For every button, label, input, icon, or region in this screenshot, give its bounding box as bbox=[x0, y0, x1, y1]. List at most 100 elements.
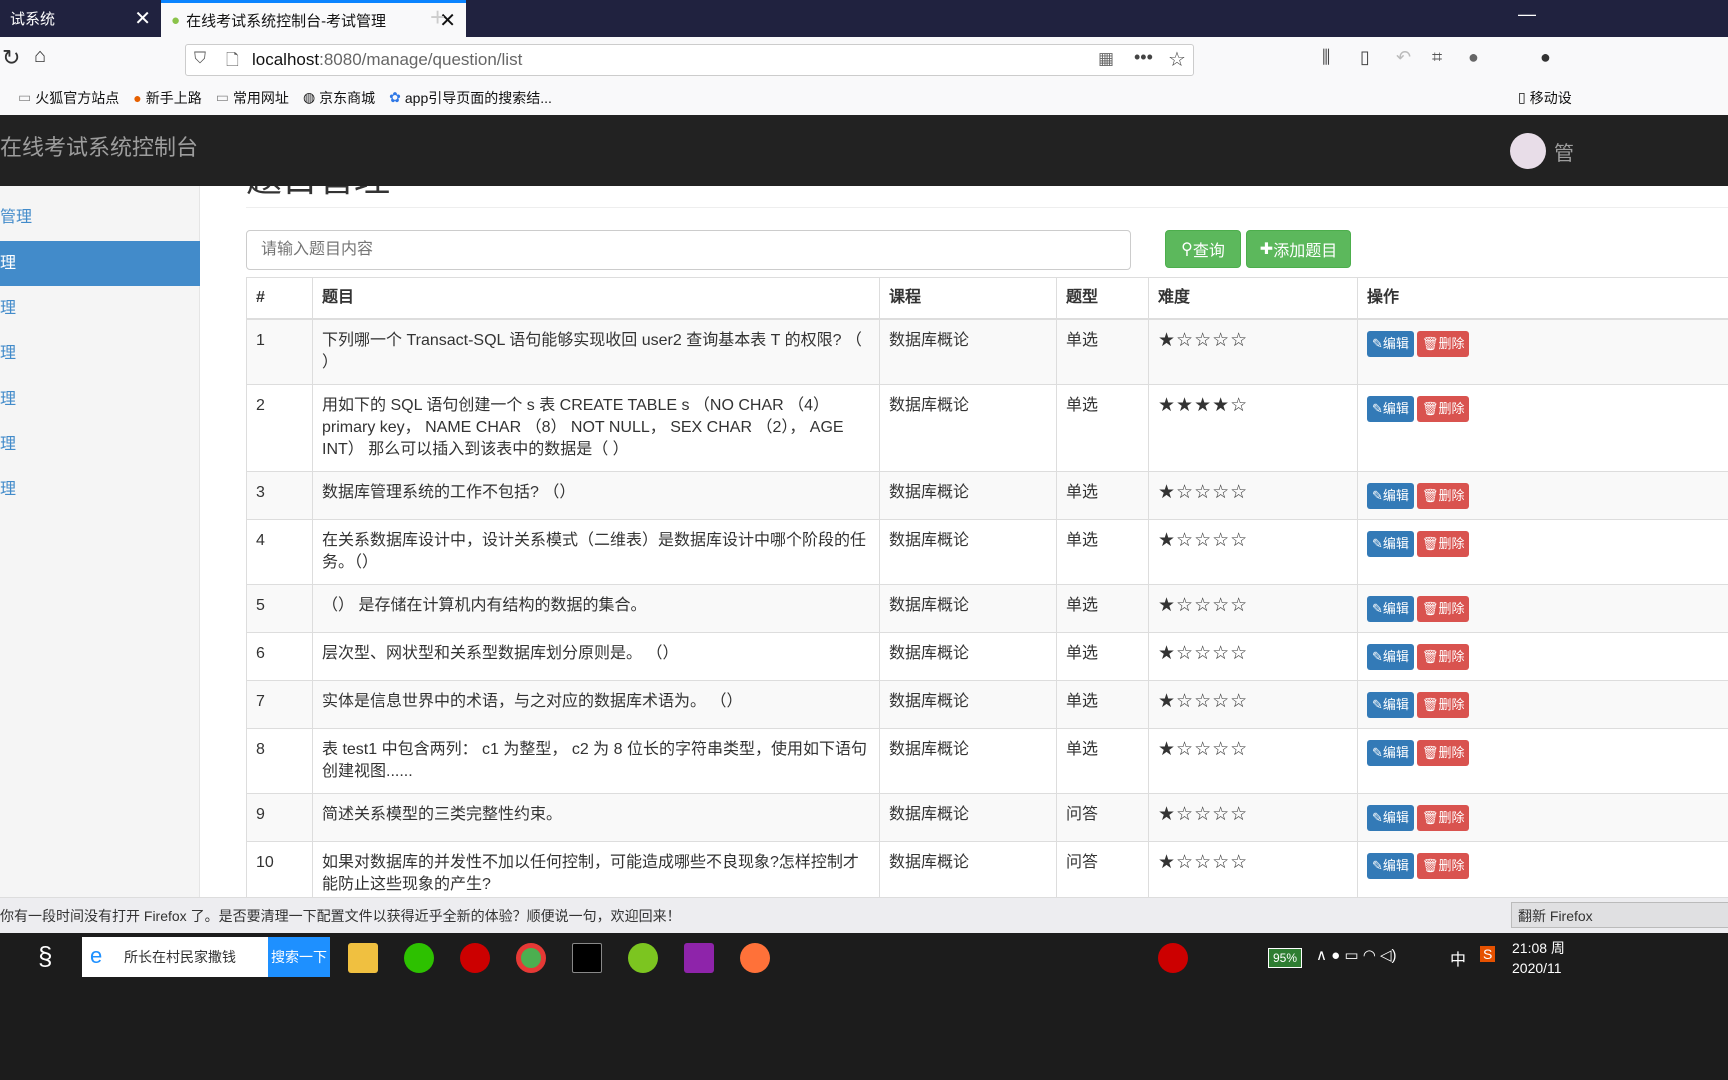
terminal-icon[interactable] bbox=[572, 943, 602, 973]
delete-button[interactable]: 🗑删除 bbox=[1416, 596, 1470, 622]
intellij-icon[interactable] bbox=[684, 943, 714, 973]
globe-icon: ◍ bbox=[302, 89, 316, 105]
app-launcher-icon[interactable]: § bbox=[38, 941, 52, 972]
delete-button[interactable]: 🗑删除 bbox=[1416, 740, 1470, 766]
query-button[interactable]: ⚲ 查询 bbox=[1165, 230, 1241, 268]
delete-button[interactable]: 🗑删除 bbox=[1416, 483, 1470, 509]
reload-icon[interactable]: ↻ bbox=[2, 45, 20, 71]
cell-type: 单选 bbox=[1056, 519, 1149, 585]
edit-icon: ✎ bbox=[1372, 536, 1383, 551]
edit-icon: ✎ bbox=[1372, 649, 1383, 664]
difficulty-stars: ★☆☆☆☆ bbox=[1148, 680, 1358, 729]
cell-course: 数据库概论 bbox=[879, 680, 1057, 729]
tray-app-icon[interactable] bbox=[1158, 943, 1188, 973]
undo-icon[interactable]: ↶ bbox=[1396, 47, 1411, 68]
edit-button[interactable]: ✎编辑 bbox=[1367, 644, 1414, 670]
app-green-icon[interactable] bbox=[628, 943, 658, 973]
delete-button[interactable]: 🗑删除 bbox=[1416, 692, 1470, 718]
clock[interactable]: 21:08 周 2020/11 bbox=[1512, 938, 1565, 978]
edit-icon: ✎ bbox=[1372, 488, 1383, 503]
crop-icon[interactable]: ⌗ bbox=[1432, 47, 1442, 68]
cell-type: 单选 bbox=[1056, 680, 1149, 729]
delete-button[interactable]: 🗑删除 bbox=[1416, 805, 1470, 831]
edit-button[interactable]: ✎编辑 bbox=[1367, 596, 1414, 622]
chrome-icon[interactable] bbox=[516, 943, 546, 973]
bookmark-label: 移动设 bbox=[1529, 89, 1572, 106]
cell-type: 单选 bbox=[1056, 728, 1149, 794]
question-search-input[interactable] bbox=[246, 230, 1131, 270]
tab-active[interactable]: ● 在线考试系统控制台-考试管理 ✕ bbox=[161, 0, 466, 37]
edit-button[interactable]: ✎编辑 bbox=[1367, 805, 1414, 831]
edit-button[interactable]: ✎编辑 bbox=[1367, 531, 1414, 557]
edit-button[interactable]: ✎编辑 bbox=[1367, 331, 1414, 357]
delete-button[interactable]: 🗑删除 bbox=[1416, 396, 1470, 422]
edit-button[interactable]: ✎编辑 bbox=[1367, 483, 1414, 509]
sidebar-item[interactable]: 管理 bbox=[0, 195, 200, 240]
ime-indicator[interactable]: 中 bbox=[1450, 946, 1466, 970]
edit-button[interactable]: ✎编辑 bbox=[1367, 692, 1414, 718]
time: 21:08 周 bbox=[1512, 940, 1565, 956]
file-explorer-icon[interactable] bbox=[348, 943, 378, 973]
delete-button[interactable]: 🗑删除 bbox=[1416, 331, 1470, 357]
delete-button[interactable]: 🗑删除 bbox=[1416, 853, 1470, 879]
new-tab-icon[interactable]: + bbox=[430, 2, 445, 33]
edit-button[interactable]: ✎编辑 bbox=[1367, 853, 1414, 879]
tray-icons[interactable]: ∧ ● ▭ ◠ ◁) bbox=[1316, 946, 1397, 964]
mobile-bookmarks[interactable]: ▯ 移动设 bbox=[1518, 88, 1572, 108]
bookmark-item[interactable]: ✿ app引导页面的搜索结... bbox=[389, 88, 552, 108]
sidebar-item[interactable]: 理 bbox=[0, 422, 200, 467]
cell-actions: ✎编辑 🗑删除 bbox=[1357, 728, 1728, 794]
sidebar-item-active[interactable]: 理 bbox=[0, 241, 200, 286]
shield-icon[interactable]: ⛉ bbox=[194, 50, 206, 68]
chat-icon[interactable]: ● bbox=[1468, 47, 1479, 68]
sidebar-icon[interactable]: ▯ bbox=[1360, 47, 1370, 68]
cell-type: 问答 bbox=[1056, 793, 1149, 842]
cell-type: 单选 bbox=[1056, 318, 1149, 385]
library-icon[interactable]: ⫼ bbox=[1322, 47, 1330, 68]
edit-label: 编辑 bbox=[1382, 858, 1409, 873]
delete-button[interactable]: 🗑删除 bbox=[1416, 531, 1470, 557]
wechat-icon[interactable] bbox=[404, 943, 434, 973]
sidebar-item[interactable]: 理 bbox=[0, 377, 200, 422]
bookmark-folder[interactable]: ▭ 常用网址 bbox=[216, 88, 289, 108]
sogou-icon[interactable]: S bbox=[1480, 946, 1496, 962]
tab-exam-system[interactable]: 试系统 ✕ bbox=[0, 0, 161, 37]
taskbar-search-button[interactable]: 搜索一下 bbox=[268, 937, 330, 977]
difficulty-stars: ★☆☆☆☆ bbox=[1148, 471, 1358, 520]
firefox-taskbar-icon[interactable] bbox=[740, 943, 770, 973]
bookmark-item[interactable]: ● 新手上路 bbox=[133, 88, 201, 108]
trash-icon: 🗑 bbox=[1421, 858, 1439, 873]
extension-icon[interactable]: ● bbox=[1540, 47, 1551, 68]
trash-icon: 🗑 bbox=[1421, 536, 1439, 551]
avatar[interactable] bbox=[1510, 133, 1546, 169]
qr-code-icon[interactable]: ▦ bbox=[1098, 49, 1114, 69]
refresh-firefox-button[interactable]: 翻新 Firefox bbox=[1511, 902, 1728, 928]
url-bar[interactable]: ⛉ 🗋 localhost:8080/manage/question/list … bbox=[185, 44, 1194, 76]
sidebar-item[interactable]: 理 bbox=[0, 331, 200, 376]
close-tab-icon[interactable]: ✕ bbox=[134, 6, 151, 31]
more-icon[interactable]: ••• bbox=[1134, 47, 1153, 68]
delete-label: 删除 bbox=[1438, 649, 1465, 664]
taskbar-search-input[interactable]: e 所长在村民家撒钱 bbox=[82, 937, 268, 977]
cell-id: 7 bbox=[246, 680, 313, 729]
brand[interactable]: 在线考试系统控制台 bbox=[0, 130, 198, 162]
minimize-icon[interactable]: — bbox=[1518, 4, 1536, 25]
battery-indicator[interactable]: 95% bbox=[1268, 948, 1303, 968]
bookmark-star-icon[interactable]: ☆ bbox=[1168, 47, 1186, 72]
bookmark-folder[interactable]: ▭ 火狐官方站点 bbox=[18, 88, 119, 108]
cell-question: 下列哪一个 Transact-SQL 语句能够实现收回 user2 查询基本表 … bbox=[312, 318, 880, 385]
delete-button[interactable]: 🗑删除 bbox=[1416, 644, 1470, 670]
add-question-button[interactable]: ✚ 添加题目 bbox=[1246, 230, 1351, 268]
user-name[interactable]: 管 bbox=[1554, 137, 1574, 166]
sidebar-item[interactable]: 理 bbox=[0, 286, 200, 331]
tab-title: 试系统 bbox=[10, 11, 56, 28]
edit-label: 编辑 bbox=[1382, 401, 1409, 416]
home-icon[interactable]: ⌂ bbox=[34, 45, 46, 68]
cell-question: （） 是存储在计算机内有结构的数据的集合。 bbox=[312, 584, 880, 633]
app-red-icon[interactable] bbox=[460, 943, 490, 973]
bookmark-item[interactable]: ◍ 京东商城 bbox=[303, 88, 375, 108]
edit-button[interactable]: ✎编辑 bbox=[1367, 396, 1414, 422]
trash-icon: 🗑 bbox=[1421, 810, 1439, 825]
edit-button[interactable]: ✎编辑 bbox=[1367, 740, 1414, 766]
sidebar-item[interactable]: 理 bbox=[0, 467, 200, 512]
